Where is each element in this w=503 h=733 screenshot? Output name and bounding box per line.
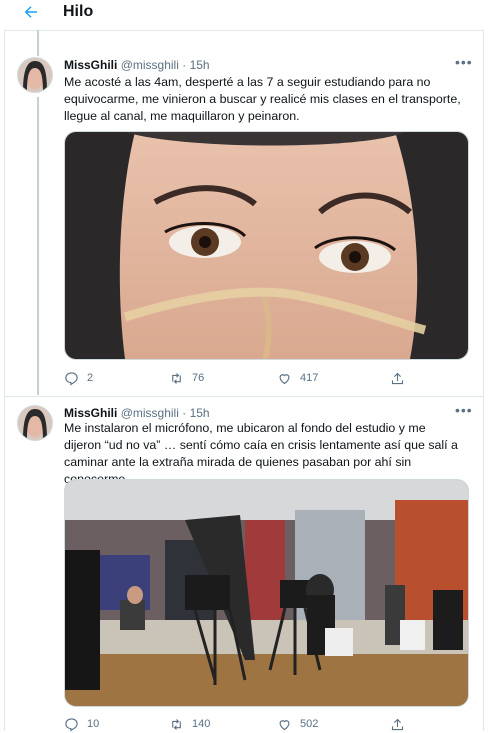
display-name[interactable]: MissGhili <box>64 406 117 420</box>
reply-icon <box>65 371 78 385</box>
share-button[interactable] <box>390 715 413 733</box>
avatar[interactable] <box>17 57 53 93</box>
tweet-divider <box>4 396 483 397</box>
retweet-icon <box>172 718 181 730</box>
display-name[interactable]: MissGhili <box>64 58 117 72</box>
share-button[interactable] <box>390 369 413 387</box>
timestamp[interactable]: 15h <box>190 406 210 420</box>
reply-icon <box>65 717 78 731</box>
share-icon <box>391 372 404 384</box>
more-options-icon[interactable]: ••• <box>455 402 473 418</box>
reply-button[interactable]: 2 <box>64 369 93 387</box>
handle[interactable]: @missghili <box>121 406 179 420</box>
like-button[interactable]: 417 <box>277 369 318 387</box>
retweet-icon <box>172 372 181 384</box>
separator: · <box>182 58 187 72</box>
heart-icon <box>279 719 290 730</box>
tweet-photo[interactable] <box>64 479 469 707</box>
retweet-button[interactable]: 140 <box>169 715 210 733</box>
more-options-icon[interactable]: ••• <box>455 54 473 70</box>
reply-button[interactable]: 10 <box>64 715 99 733</box>
retweet-button[interactable]: 76 <box>169 369 204 387</box>
avatar[interactable] <box>17 405 53 441</box>
page-title: Hilo <box>63 3 94 20</box>
handle[interactable]: @missghili <box>121 58 179 72</box>
tweet-text: Me instalaron el micrófono, me ubicaron … <box>64 421 458 486</box>
back-arrow-icon[interactable] <box>20 3 42 21</box>
top-bar: Hilo <box>0 0 503 26</box>
tweet-author[interactable]: MissGhili @missghili · 15h <box>64 406 210 420</box>
share-icon <box>391 718 404 730</box>
like-count: 417 <box>300 372 319 384</box>
tweet-actions: 10 140 502 <box>64 715 464 733</box>
tweet-text: Me acosté a las 4am, desperté a las 7 a … <box>64 75 461 123</box>
heart-icon <box>279 373 290 384</box>
separator: · <box>182 406 187 420</box>
timestamp[interactable]: 15h <box>190 58 210 72</box>
tweet-author[interactable]: MissGhili @missghili · 15h <box>64 58 210 72</box>
thread-connector-line <box>37 97 39 395</box>
tweet-photo[interactable] <box>64 131 469 360</box>
tweet-actions: 2 76 417 <box>64 369 464 387</box>
thread-connector-line <box>37 30 39 56</box>
like-button[interactable]: 502 <box>277 715 318 733</box>
retweet-count: 140 <box>192 718 211 730</box>
reply-count: 2 <box>87 372 94 384</box>
reply-count: 10 <box>87 718 100 730</box>
like-count: 502 <box>300 718 319 730</box>
retweet-count: 76 <box>192 372 205 384</box>
